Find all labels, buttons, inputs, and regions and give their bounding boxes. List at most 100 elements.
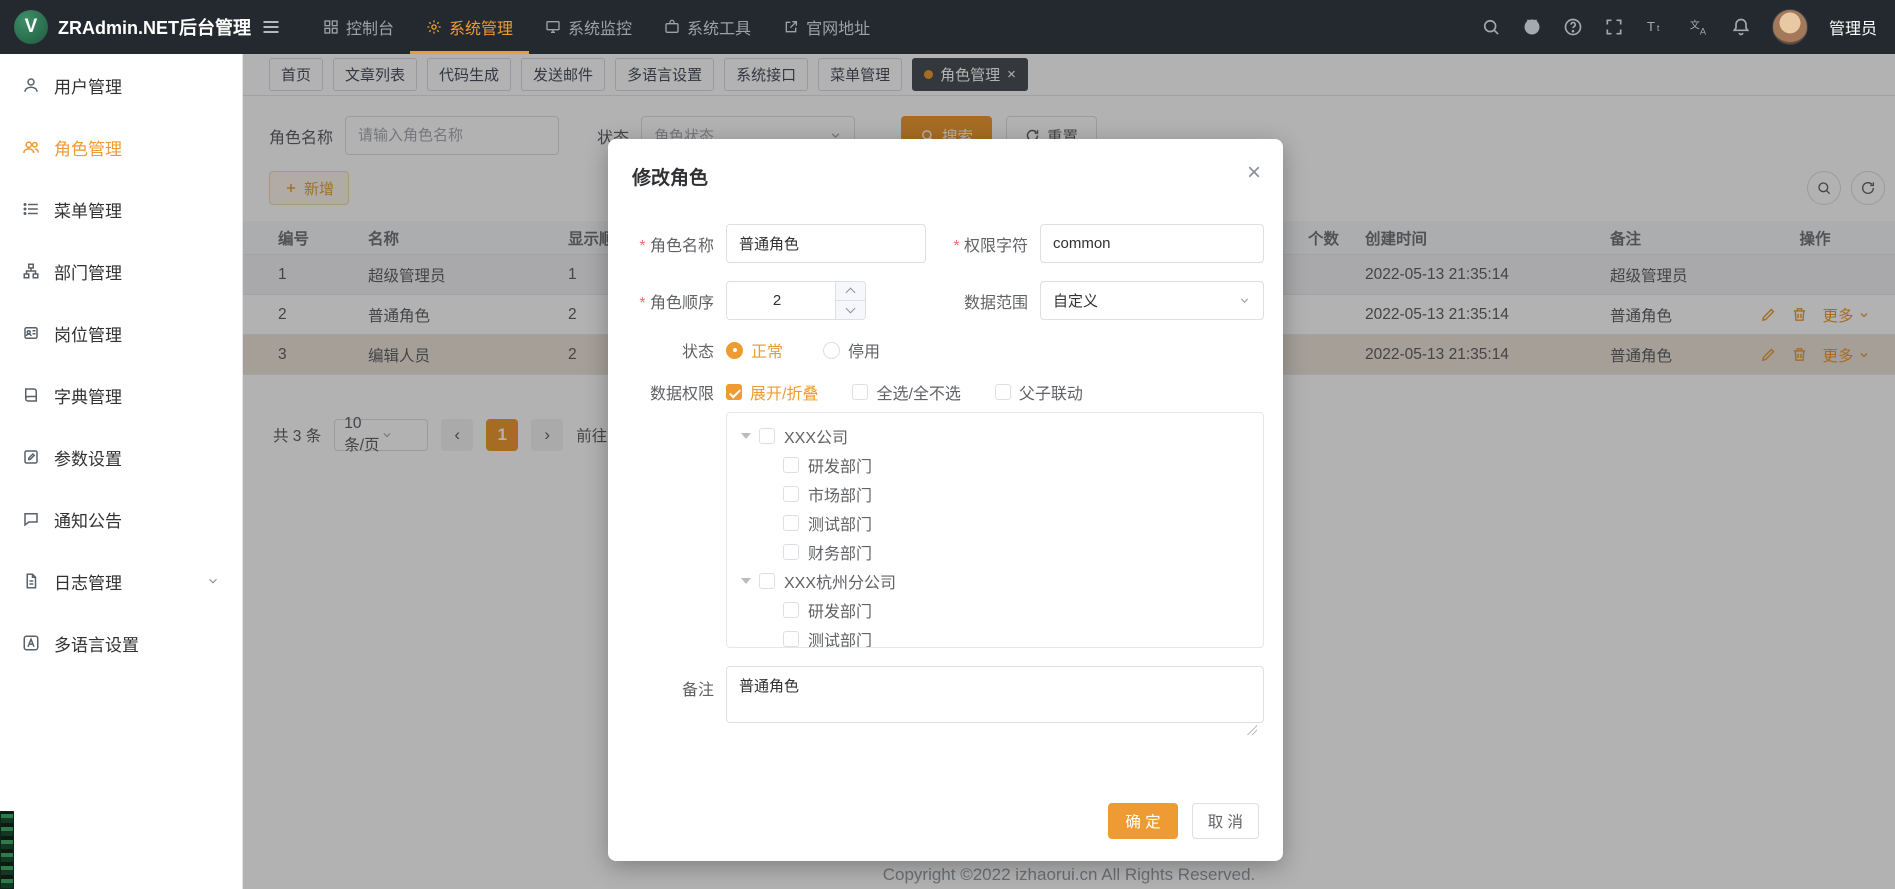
- data-scope-select[interactable]: 自定义: [1040, 281, 1264, 320]
- github-icon: [1522, 17, 1542, 37]
- avatar[interactable]: [1772, 9, 1808, 45]
- tree-checkbox[interactable]: [783, 631, 799, 647]
- sidebar-item-i18n-settings[interactable]: 多语言设置: [0, 612, 242, 674]
- topnav-official-site[interactable]: 官网地址: [767, 0, 886, 54]
- user-name[interactable]: 管理员: [1829, 15, 1877, 39]
- tree-node[interactable]: 财务部门: [727, 537, 1263, 566]
- status-normal-label[interactable]: 正常: [751, 338, 783, 362]
- font-size-button[interactable]: Tt: [1645, 17, 1667, 37]
- tree-checkbox[interactable]: [759, 428, 775, 444]
- tree-node[interactable]: 测试部门: [727, 624, 1263, 648]
- sidebar-item-log-mgmt[interactable]: 日志管理: [0, 550, 242, 612]
- confirm-button[interactable]: 确 定: [1108, 803, 1177, 839]
- tree-node-label[interactable]: 财务部门: [808, 540, 872, 564]
- monitor-icon: [545, 19, 561, 35]
- sidebar-item-menu-mgmt[interactable]: 菜单管理: [0, 178, 242, 240]
- tree-node-label[interactable]: 测试部门: [808, 511, 872, 535]
- select-all-checkbox[interactable]: [852, 384, 868, 400]
- remark-field-label: 备注: [618, 676, 714, 700]
- caret-down-icon[interactable]: [741, 433, 751, 439]
- tree-node[interactable]: 研发部门: [727, 595, 1263, 624]
- user-icon: [22, 76, 40, 94]
- dialog-title: 修改角色: [632, 168, 708, 189]
- sidebar-item-dict-mgmt[interactable]: 字典管理: [0, 364, 242, 426]
- topbar-search-button[interactable]: [1481, 17, 1501, 37]
- tree-node[interactable]: XXX公司: [727, 421, 1263, 450]
- help-button[interactable]: [1563, 17, 1583, 37]
- tree-node-label[interactable]: XXX公司: [784, 424, 848, 448]
- close-icon[interactable]: ×: [1247, 161, 1261, 185]
- fullscreen-button[interactable]: [1604, 17, 1624, 37]
- tree-node-label[interactable]: XXX杭州分公司: [784, 569, 896, 593]
- sidebar-item-label: 用户管理: [54, 73, 122, 98]
- role-name-field[interactable]: [726, 224, 926, 263]
- parent-child-label[interactable]: 父子联动: [1019, 380, 1083, 404]
- sidebar-item-role-mgmt[interactable]: 角色管理: [0, 116, 242, 178]
- sidebar-item-label: 菜单管理: [54, 197, 122, 222]
- sidebar-item-post-mgmt[interactable]: 岗位管理: [0, 302, 242, 364]
- topnav-system-tools[interactable]: 系统工具: [648, 0, 767, 54]
- tree-checkbox[interactable]: [783, 515, 799, 531]
- parent-child-checkbox[interactable]: [995, 384, 1011, 400]
- sidebar-toggle-button[interactable]: [261, 17, 281, 37]
- topnav-system-mgmt[interactable]: 系统管理: [410, 0, 529, 54]
- sidebar-item-label: 部门管理: [54, 259, 122, 284]
- topnav-console[interactable]: 控制台: [307, 0, 410, 54]
- role-order-stepper[interactable]: [726, 281, 866, 320]
- status-disabled-radio[interactable]: [823, 342, 840, 359]
- language-switch-button[interactable]: 文A: [1688, 17, 1710, 37]
- status-disabled-label[interactable]: 停用: [848, 338, 880, 362]
- expand-collapse-label[interactable]: 展开/折叠: [750, 380, 818, 404]
- tree-checkbox[interactable]: [783, 486, 799, 502]
- cancel-button[interactable]: 取 消: [1192, 803, 1259, 839]
- svg-text:t: t: [1657, 23, 1660, 33]
- tree-checkbox[interactable]: [783, 602, 799, 618]
- dialog-body: 角色名称 权限字符 角色顺序 数据范围 自定义: [608, 190, 1283, 723]
- menu-icon: [261, 17, 281, 37]
- tree-node[interactable]: 市场部门: [727, 479, 1263, 508]
- logo[interactable]: V ZRAdmin.NET后台管理: [0, 10, 243, 44]
- tree-node[interactable]: 研发部门: [727, 450, 1263, 479]
- sidebar-item-param-settings[interactable]: 参数设置: [0, 426, 242, 488]
- topnav-label: 官网地址: [806, 15, 870, 39]
- data-scope-field-label: 数据范围: [938, 289, 1028, 313]
- tree-node-label[interactable]: 研发部门: [808, 598, 872, 622]
- perm-char-field[interactable]: [1040, 224, 1264, 263]
- chevron-up-icon: [846, 288, 856, 298]
- tree-node-label[interactable]: 测试部门: [808, 627, 872, 649]
- tree-checkbox[interactable]: [783, 544, 799, 560]
- top-navigation: 控制台 系统管理 系统监控 系统工具 官网地址: [307, 0, 886, 54]
- topnav-label: 系统管理: [449, 15, 513, 39]
- topnav-label: 控制台: [346, 15, 394, 39]
- sidebar-item-user-mgmt[interactable]: 用户管理: [0, 54, 242, 116]
- notifications-button[interactable]: [1731, 17, 1751, 37]
- logo-icon: V: [14, 10, 48, 44]
- tree-checkbox[interactable]: [783, 457, 799, 473]
- select-all-label[interactable]: 全选/全不选: [876, 380, 960, 404]
- status-normal-radio[interactable]: [726, 342, 743, 359]
- tree-checkbox[interactable]: [759, 573, 775, 589]
- svg-text:文: 文: [1690, 19, 1700, 32]
- external-link-icon: [783, 19, 799, 35]
- tree-node[interactable]: XXX杭州分公司: [727, 566, 1263, 595]
- gear-icon: [426, 19, 442, 35]
- remark-textarea[interactable]: 普通角色: [726, 666, 1264, 723]
- caret-down-icon[interactable]: [741, 578, 751, 584]
- expand-collapse-checkbox[interactable]: [726, 384, 742, 400]
- stepper-down-button[interactable]: [836, 301, 865, 319]
- github-button[interactable]: [1522, 17, 1542, 37]
- dialog-header: 修改角色 ×: [608, 139, 1283, 190]
- stepper-up-button[interactable]: [836, 282, 865, 301]
- topnav-system-monitor[interactable]: 系统监控: [529, 0, 648, 54]
- tree-node-label[interactable]: 市场部门: [808, 482, 872, 506]
- tree-node[interactable]: 测试部门: [727, 508, 1263, 537]
- sidebar-item-notice[interactable]: 通知公告: [0, 488, 242, 550]
- sidebar-item-dept-mgmt[interactable]: 部门管理: [0, 240, 242, 302]
- resize-handle[interactable]: [1247, 725, 1257, 735]
- tree-node-label[interactable]: 研发部门: [808, 453, 872, 477]
- topbar: V ZRAdmin.NET后台管理 控制台 系统管理 系统监控 系统工具: [0, 0, 1895, 54]
- data-scope-value: 自定义: [1053, 290, 1238, 311]
- role-order-input[interactable]: [727, 282, 827, 319]
- dialog-footer: 确 定 取 消: [1108, 803, 1259, 839]
- sidebar-item-label: 多语言设置: [54, 631, 139, 656]
